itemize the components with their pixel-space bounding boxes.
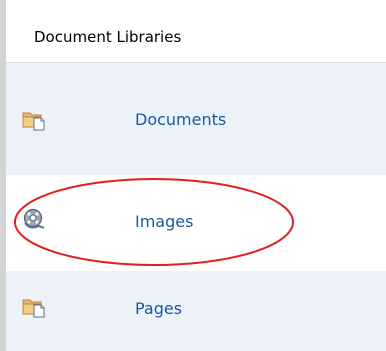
section-title: Document Libraries xyxy=(34,28,182,46)
image-library-icon xyxy=(22,208,46,230)
section-header: Document Libraries xyxy=(6,0,386,63)
library-row-pages[interactable]: Pages xyxy=(6,271,386,351)
library-link-documents[interactable]: Documents xyxy=(135,110,226,130)
library-link-pages[interactable]: Pages xyxy=(135,299,182,319)
folder-document-icon xyxy=(22,296,46,318)
library-row-documents[interactable]: Documents xyxy=(6,63,386,175)
library-link-images[interactable]: Images xyxy=(135,212,193,232)
folder-document-icon xyxy=(22,109,46,131)
document-libraries-panel: Document Libraries Documents Images Page… xyxy=(0,0,386,351)
library-row-images[interactable]: Images xyxy=(6,175,386,271)
